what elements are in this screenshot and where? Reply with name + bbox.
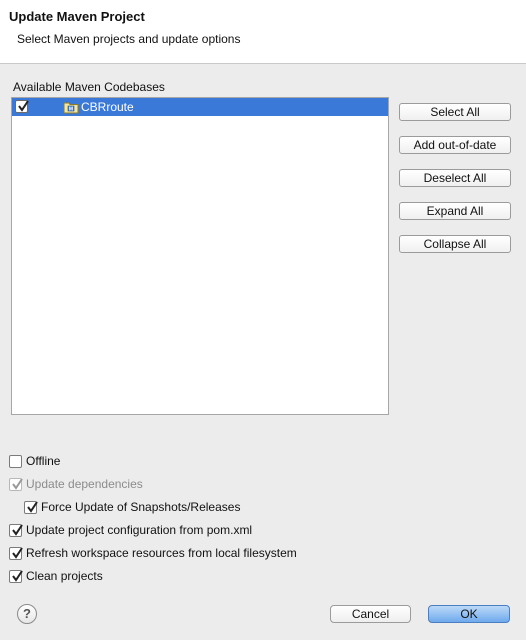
dialog-subtitle: Select Maven projects and update options — [17, 32, 241, 46]
offline-checkbox[interactable] — [9, 455, 22, 468]
tree-row-label: CBRroute — [81, 100, 134, 114]
offline-label: Offline — [26, 454, 61, 468]
clean-projects-checkbox[interactable] — [9, 570, 23, 583]
deselect-all-button[interactable]: Deselect All — [399, 169, 511, 187]
refresh-workspace-label: Refresh workspace resources from local f… — [26, 546, 297, 560]
update-config-checkbox[interactable] — [9, 524, 23, 537]
collapse-all-button[interactable]: Collapse All — [399, 235, 511, 253]
update-dependencies-label: Update dependencies — [26, 477, 143, 491]
cancel-button[interactable]: Cancel — [330, 605, 411, 623]
expand-all-button[interactable]: Expand All — [399, 202, 511, 220]
update-dependencies-checkbox — [9, 478, 23, 491]
dialog-header: Update Maven Project Select Maven projec… — [0, 0, 526, 64]
ok-button[interactable]: OK — [428, 605, 510, 623]
maven-project-icon: M — [63, 100, 79, 114]
tree-row-cbrroute[interactable]: M CBRroute — [12, 98, 388, 116]
codebases-label: Available Maven Codebases — [13, 80, 165, 94]
clean-projects-label: Clean projects — [26, 569, 103, 583]
force-update-checkbox[interactable] — [24, 501, 38, 514]
force-update-label: Force Update of Snapshots/Releases — [41, 500, 241, 514]
refresh-workspace-checkbox[interactable] — [9, 547, 23, 560]
dialog-title: Update Maven Project — [9, 9, 145, 24]
codebases-tree[interactable]: M CBRroute — [11, 97, 389, 415]
svg-text:M: M — [69, 106, 73, 112]
select-all-button[interactable]: Select All — [399, 103, 511, 121]
add-out-of-date-button[interactable]: Add out-of-date — [399, 136, 511, 154]
update-config-label: Update project configuration from pom.xm… — [26, 523, 253, 537]
help-icon[interactable]: ? — [17, 604, 37, 624]
tree-row-checkbox[interactable] — [15, 100, 29, 113]
